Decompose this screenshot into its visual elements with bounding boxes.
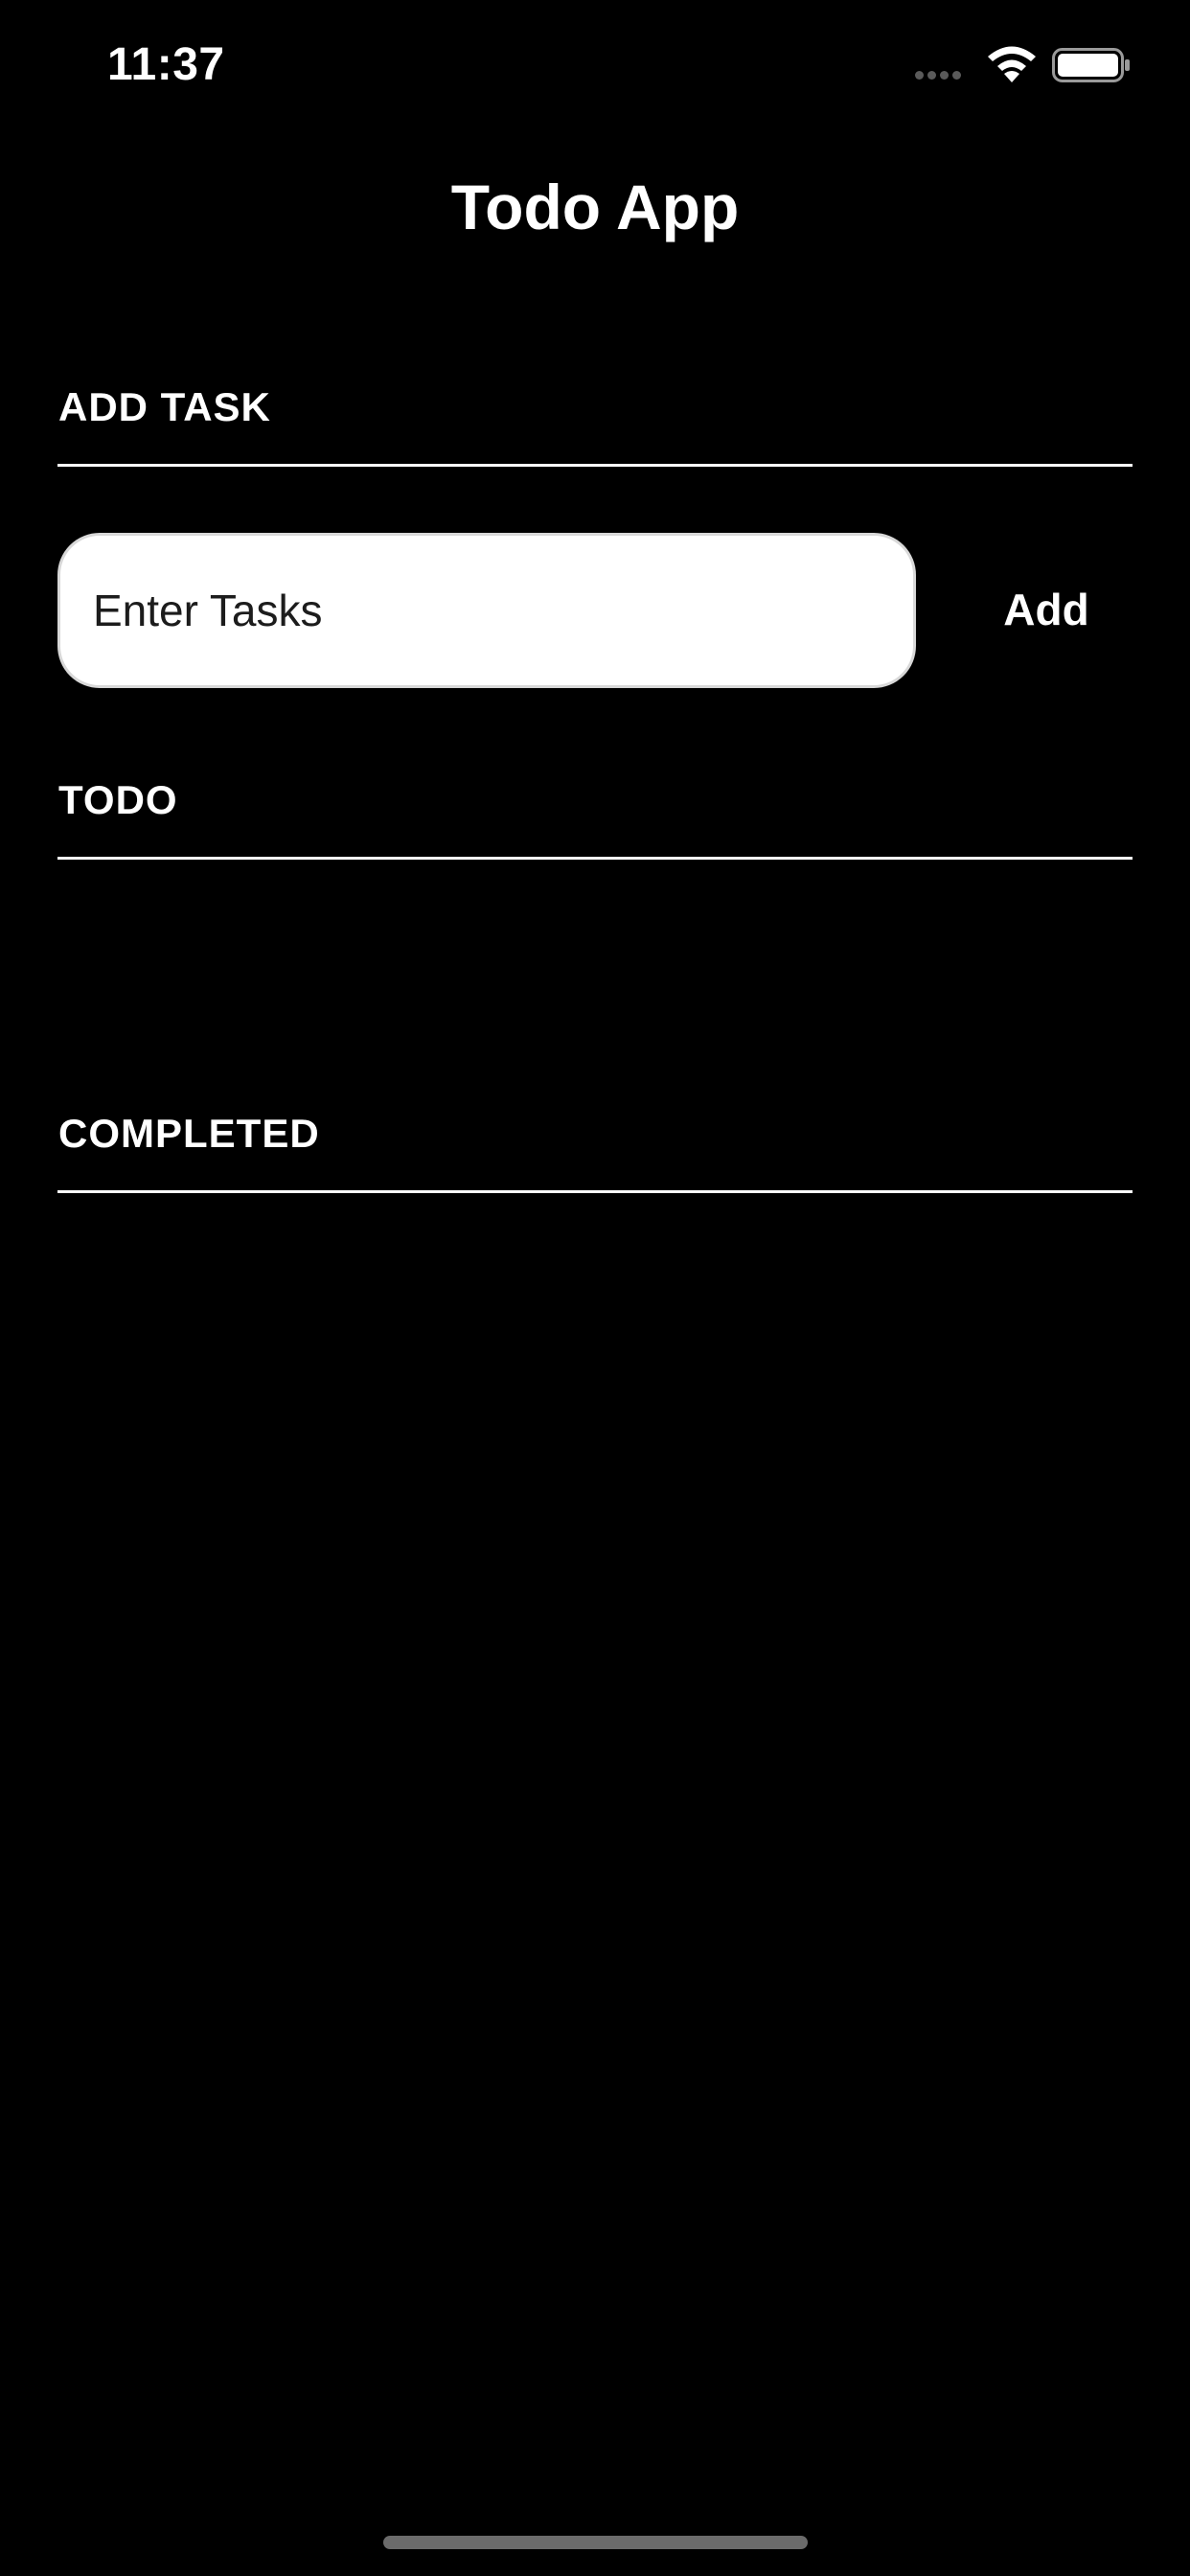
signal-dot xyxy=(940,71,949,80)
signal-dot xyxy=(952,71,961,80)
todo-list xyxy=(57,862,1133,1092)
completed-header: COMPLETED xyxy=(58,1111,320,1156)
home-indicator xyxy=(383,2536,808,2549)
todo-divider xyxy=(57,857,1133,860)
add-task-divider xyxy=(57,464,1133,467)
todo-header: TODO xyxy=(58,777,178,822)
signal-dot xyxy=(915,71,924,80)
status-time: 11:37 xyxy=(107,39,225,90)
completed-divider xyxy=(57,1190,1133,1193)
wifi-icon xyxy=(988,46,1036,82)
add-button[interactable]: Add xyxy=(968,571,1125,648)
signal-icon xyxy=(915,71,961,80)
battery-icon xyxy=(1052,48,1130,82)
completed-list xyxy=(57,1196,1133,1579)
add-task-header: ADD TASK xyxy=(58,384,271,429)
task-input[interactable] xyxy=(57,533,916,688)
page-title: Todo App xyxy=(450,172,740,242)
signal-dot xyxy=(927,71,936,80)
